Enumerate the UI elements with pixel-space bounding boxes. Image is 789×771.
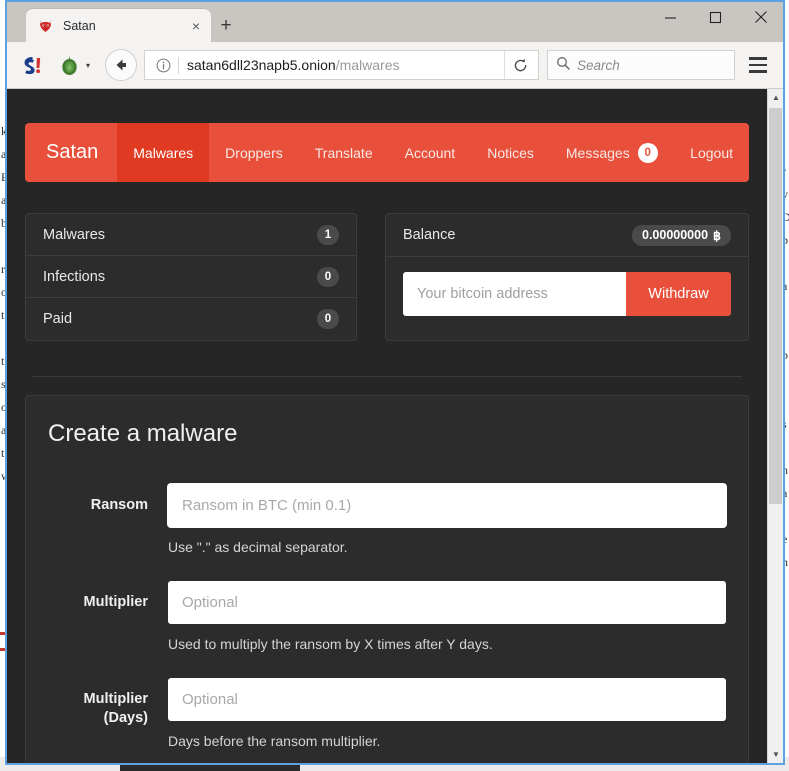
stat-row-paid[interactable]: Paid 0 [26,298,356,340]
nav-item-translate[interactable]: Translate [299,123,389,182]
stat-badge: 0 [317,309,339,329]
scroll-down-arrow-icon[interactable]: ▼ [768,746,783,763]
ransom-label: Ransom [90,497,148,513]
site-brand[interactable]: Satan [25,123,117,182]
window-controls [648,2,783,32]
bitcoin-symbol-icon: ฿ [713,228,721,243]
search-placeholder-text: Search [577,57,620,73]
browser-tab-satan[interactable]: Satan × [26,9,211,42]
maximize-icon[interactable] [693,2,738,32]
stat-row-malwares[interactable]: Malwares 1 [26,214,356,256]
url-separator [178,56,179,74]
address-bar-text: satan6dll23napb5.onion/malwares [187,57,504,73]
chevron-down-icon[interactable]: ▾ [81,61,95,70]
nav-item-label: Notices [487,144,534,161]
nav-item-label: Droppers [225,144,283,161]
search-icon [556,56,570,75]
dashboard-panels: Malwares 1 Infections 0 Paid 0 Balance 0… [25,213,749,341]
url-host: satan6dll23napb5.onion [187,57,336,73]
page-scrollbar[interactable]: ▲ ▼ [767,89,783,763]
balance-panel: Balance 0.00000000 ฿ Withdraw [385,213,749,341]
multiplier-days-help-text: Days before the ransom multiplier. [168,733,381,749]
bitcoin-address-input[interactable] [403,272,626,316]
site-navbar: Satan Malwares Droppers Translate Accoun… [25,123,749,182]
browser-tab-title: Satan [63,18,96,33]
create-malware-panel: Create a malware Ransom Use "." as decim… [25,395,749,763]
stat-badge: 1 [317,224,339,245]
form-group-ransom: Ransom Use "." as decimal separator. [48,484,726,555]
reload-icon[interactable] [504,51,536,79]
messages-badge: 0 [637,142,658,163]
multiplier-days-input[interactable] [168,678,726,721]
browser-toolbar: ▾ satan6dll23napb5.onion/malwares Search [7,42,783,89]
devil-favicon [37,17,54,34]
multiplier-days-label: Multiplier (Days) [83,691,148,726]
form-group-multiplier-days: Multiplier (Days) Days before the ransom… [48,678,726,749]
balance-badge: 0.00000000 ฿ [632,224,731,246]
nav-item-account[interactable]: Account [389,123,472,182]
nav-item-label: Account [404,144,456,161]
withdraw-button[interactable]: Withdraw [626,272,731,316]
back-button[interactable] [105,49,137,81]
address-bar[interactable]: satan6dll23napb5.onion/malwares [144,50,539,80]
nav-item-label: Malwares [133,144,194,161]
navbar-right: Logout [674,123,749,182]
page-viewport: Satan Malwares Droppers Translate Accoun… [7,89,783,763]
url-path: /malwares [335,57,400,73]
hamburger-bar [749,63,767,67]
form-group-multiplier: Multiplier Used to multiply the ransom b… [48,581,726,652]
nav-item-messages[interactable]: Messages 0 [550,123,674,182]
hamburger-bar [749,57,767,60]
balance-amount: 0.00000000 [642,228,709,242]
nav-item-label: Translate [314,144,373,161]
scrollbar-thumb[interactable] [769,108,782,504]
withdraw-form: Withdraw [386,257,748,331]
browser-window: Satan × + ▾ satan6dll23napb5.onion/malwa… [5,0,785,765]
hamburger-bar [749,70,767,73]
stat-label: Infections [43,268,106,285]
ransom-input[interactable] [168,484,726,527]
create-malware-title: Create a malware [48,420,238,447]
startpage-icon[interactable] [20,53,45,78]
nav-item-logout[interactable]: Logout [674,123,749,182]
multiplier-input[interactable] [168,581,726,624]
stats-panel: Malwares 1 Infections 0 Paid 0 [25,213,357,341]
info-icon[interactable] [153,55,173,75]
scroll-up-arrow-icon[interactable]: ▲ [768,89,783,106]
section-divider [32,376,742,377]
stat-row-infections[interactable]: Infections 0 [26,256,356,298]
multiplier-label: Multiplier [83,594,148,610]
stat-badge: 0 [317,266,339,287]
minimize-icon[interactable] [648,2,693,32]
search-input[interactable]: Search [547,50,735,80]
satan-web-page: Satan Malwares Droppers Translate Accoun… [7,89,767,763]
multiplier-help-text: Used to multiply the ransom by X times a… [168,636,493,652]
close-icon[interactable] [738,2,783,32]
onion-icon[interactable] [57,53,81,77]
nav-item-label: Messages [565,144,630,161]
stat-label: Malwares [43,226,106,243]
stat-label: Paid [43,311,73,327]
nav-item-malwares[interactable]: Malwares [117,123,210,182]
nav-item-notices[interactable]: Notices [471,123,550,182]
balance-row: Balance 0.00000000 ฿ [386,214,748,257]
ransom-help-text: Use "." as decimal separator. [168,539,348,555]
close-icon[interactable]: × [187,17,205,35]
new-tab-button[interactable]: + [211,9,241,42]
nav-item-droppers[interactable]: Droppers [209,123,299,182]
hamburger-menu-icon[interactable] [741,49,775,81]
browser-tabstrip: Satan × + [7,2,783,42]
nav-item-label: Logout [690,144,733,161]
balance-label: Balance [403,227,456,243]
